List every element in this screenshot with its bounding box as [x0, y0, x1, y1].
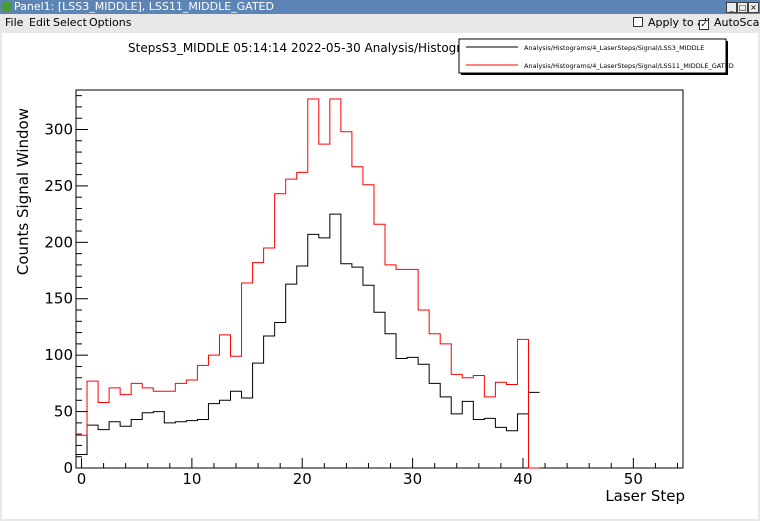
window-title: Panel1: [LSS3_MIDDLE], LSS11_MIDDLE_GATE… [14, 0, 274, 13]
autoscale-checkbox[interactable]: ✓ AutoScale [699, 17, 760, 30]
y-tick-label: 250 [44, 177, 73, 195]
legend: Analysis/Histograms/4_LaserSteps/Signal/… [458, 38, 734, 75]
maximize-button[interactable]: □ [737, 2, 748, 13]
x-tick-label: 0 [77, 470, 87, 488]
plot-frame [75, 89, 684, 469]
x-tick-label: 10 [182, 470, 201, 488]
y-tick-label: 50 [54, 403, 73, 421]
app-icon [2, 2, 12, 12]
title-bar: Panel1: [LSS3_MIDDLE], LSS11_MIDDLE_GATE… [0, 0, 760, 14]
menu-select[interactable]: Select [53, 14, 87, 31]
y-tick-label: 0 [63, 459, 73, 477]
menu-edit[interactable]: Edit [29, 14, 50, 31]
legend-shadow [461, 73, 728, 75]
y-tick-label: 150 [44, 290, 73, 308]
autoscale-box[interactable]: ✓ [699, 20, 709, 30]
menu-options[interactable]: Options [89, 14, 131, 31]
y-tick-label: 200 [44, 233, 73, 251]
minimize-button[interactable]: _ [726, 2, 737, 13]
close-button[interactable]: × [748, 2, 759, 13]
legend-label-red: Analysis/Histograms/4_LaserSteps/Signal/… [524, 62, 734, 70]
x-tick-label: 30 [403, 470, 422, 488]
autoscale-label: AutoScale [714, 16, 760, 29]
y-tick-label: 100 [44, 346, 73, 364]
y-axis-label: Counts Signal Window [14, 108, 32, 275]
legend-label-black: Analysis/Histograms/4_LaserSteps/Signal/… [524, 44, 704, 52]
x-tick-label: 50 [624, 470, 643, 488]
x-tick-label: 20 [293, 470, 312, 488]
chart-title: StepsS3_MIDDLE 05:14:14 2022-05-30 Analy… [128, 41, 505, 55]
x-axis-label: Laser Step [605, 487, 685, 505]
y-tick-label: 300 [44, 120, 73, 138]
apply-to-all-box[interactable] [633, 17, 643, 27]
histogram-canvas[interactable]: 0 10 20 30 40 50 0 50 100 150 200 250 300 StepsS3_MI… [2, 33, 758, 519]
menu-file[interactable]: File [5, 14, 23, 31]
x-tick-label: 40 [513, 470, 532, 488]
